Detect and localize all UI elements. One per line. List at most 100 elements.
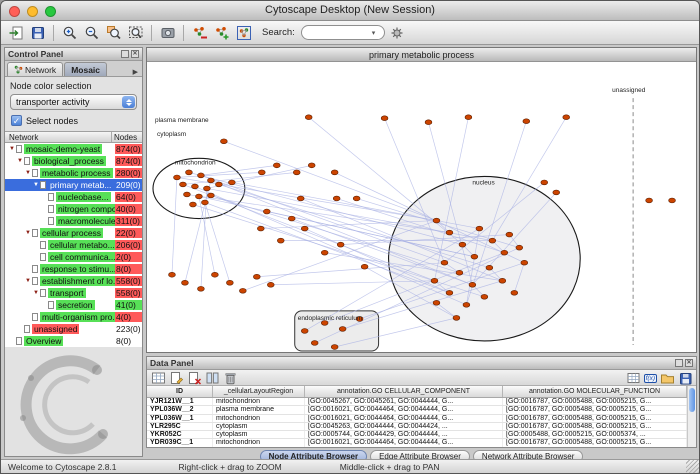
graph-node[interactable] [190,202,197,207]
graph-node[interactable] [228,180,235,185]
chevron-down-icon[interactable]: ▾ [372,29,376,37]
graph-node[interactable] [463,302,470,307]
table-cell[interactable]: mitochondrion [213,398,305,405]
function-builder-icon[interactable]: f(x) [644,374,657,383]
table-cell[interactable]: [GO:0016021, GO:0044464, GO:0044444, G..… [305,439,503,446]
graph-node[interactable] [523,119,530,124]
table-cell[interactable]: [GO:0005744, GO:0044429, GO:0044444, ... [305,431,503,438]
tree-row[interactable]: nitrogen compo...40(0) [5,203,142,215]
select-nodes-checkbox[interactable]: ✓ [11,115,22,126]
tab-network[interactable]: Network [7,62,63,76]
scrollbar-thumb[interactable] [689,388,695,412]
zoom-fit-icon[interactable] [126,23,145,42]
graph-node[interactable] [506,232,513,237]
create-attribute-icon[interactable] [169,371,184,385]
attribute-columns-icon[interactable] [205,371,220,385]
graph-node[interactable] [486,265,493,270]
tree-row[interactable]: cell communica...2(0) [5,251,142,263]
column-header-id[interactable]: ID [147,386,213,397]
hide-selected-icon[interactable] [190,23,209,42]
tree-row[interactable]: ▼establishment of lo...558(0) [5,275,142,287]
graph-node[interactable] [192,184,199,189]
table-cell[interactable]: [GO:0005488, GO:0005215, GO:0005374, ... [503,431,687,438]
graph-node[interactable] [180,182,187,187]
table-cell[interactable]: cytoplasm [213,423,305,430]
graph-node[interactable] [337,242,344,247]
close-panel-icon[interactable]: ✕ [131,50,139,58]
column-header-molecular-function[interactable]: annotation.GO MOLECULAR_FUNCTION [503,386,687,397]
graph-node[interactable] [220,139,227,144]
graph-node[interactable] [257,226,264,231]
tree-column-nodes[interactable]: Nodes [112,132,142,142]
clear-attribute-icon[interactable] [223,371,238,385]
graph-node[interactable] [293,170,300,175]
expand-icon[interactable]: ▼ [32,290,40,296]
table-cell[interactable]: YLR295C [147,423,213,430]
table-cell[interactable]: [GO:0016021, GO:0044464, GO:0044444, G..… [305,406,503,413]
graph-node[interactable] [288,216,295,221]
graph-node[interactable] [186,170,193,175]
resize-grip[interactable] [686,460,699,473]
table-cell[interactable]: [GO:0016787, GO:0005488, GO:0005215, G..… [503,415,687,422]
table-cell[interactable]: [GO:0016787, GO:0005488, GO:0005215, G..… [503,439,687,446]
graph-node[interactable] [174,175,181,180]
graph-node[interactable] [499,278,506,283]
search-options-icon[interactable] [388,23,407,42]
tree-row[interactable]: secretion41(0) [5,299,142,311]
table-cell[interactable]: YKR052C [147,431,213,438]
graph-node[interactable] [301,226,308,231]
tree-row[interactable]: ▼biological_process874(0) [5,155,142,167]
graph-node[interactable] [331,170,338,175]
expand-icon[interactable]: ▼ [24,278,32,284]
float-panel-icon[interactable] [675,359,683,367]
expand-icon[interactable]: ▼ [24,170,32,176]
table-cell[interactable]: mitochondrion [213,439,305,446]
graph-node[interactable] [321,250,328,255]
delete-attribute-icon[interactable] [187,371,202,385]
zoom-out-icon[interactable] [82,23,101,42]
tree-row[interactable]: Overview8(0) [5,335,142,347]
graph-node[interactable] [476,226,483,231]
graph-node[interactable] [308,163,315,168]
save-session-icon[interactable] [28,23,47,42]
graph-node[interactable] [456,270,463,275]
graph-node[interactable] [182,280,189,285]
table-cell[interactable]: YPL036W__1 [147,415,213,422]
graph-node[interactable] [203,186,210,191]
graph-node[interactable] [361,264,368,269]
graph-node[interactable] [646,198,653,203]
float-panel-icon[interactable] [121,50,129,58]
tree-column-network[interactable]: Network [5,132,112,142]
network-view-titlebar[interactable]: primary metabolic process [147,48,696,62]
tree-row[interactable]: multi-organism pro...4(0) [5,311,142,323]
table-row[interactable]: YPL036W__2plasma membrane[GO:0016021, GO… [147,406,696,414]
tree-row[interactable]: ▼mosaic-demo-yeast874(0) [5,143,142,155]
tab-overflow-button[interactable]: ▶ [131,68,140,76]
table-cell[interactable]: [GO:0045267, GO:0045261, GO:0044444, G..… [305,398,503,405]
graph-node[interactable] [511,290,518,295]
graph-node[interactable] [339,327,346,332]
select-attributes-icon[interactable] [151,371,166,385]
tree-row[interactable]: ▼cellular process22(0) [5,227,142,239]
close-panel-icon[interactable]: ✕ [685,359,693,367]
network-canvas-svg[interactable]: plasma membranecytoplasmmitochondrionnuc… [147,62,696,352]
graph-node[interactable] [446,230,453,235]
table-row[interactable]: YPL036W__1mitochondrion[GO:0016021, GO:0… [147,415,696,423]
tree-row[interactable]: ▼metabolic process280(0) [5,167,142,179]
graph-node[interactable] [471,254,478,259]
graph-node[interactable] [541,180,548,185]
graph-node[interactable] [311,341,318,346]
save-attributes-icon[interactable] [678,371,693,385]
table-cell[interactable]: cytoplasm [213,431,305,438]
graph-node[interactable] [446,290,453,295]
table-cell[interactable]: [GO:0016021, GO:0044464, GO:0044444, G..… [305,415,503,422]
graph-node[interactable] [207,193,214,198]
expand-icon[interactable]: ▼ [8,146,16,152]
table-scrollbar[interactable] [687,386,696,447]
graph-node[interactable] [215,182,222,187]
tree-row[interactable]: ▼transport558(0) [5,287,142,299]
import-attributes-folder-icon[interactable] [660,371,675,385]
table-row[interactable]: YDR039C__1mitochondrion[GO:0016021, GO:0… [147,439,696,447]
tree-row[interactable]: macromolecule...311(0) [5,215,142,227]
tab-mosaic[interactable]: Mosaic [64,62,107,76]
